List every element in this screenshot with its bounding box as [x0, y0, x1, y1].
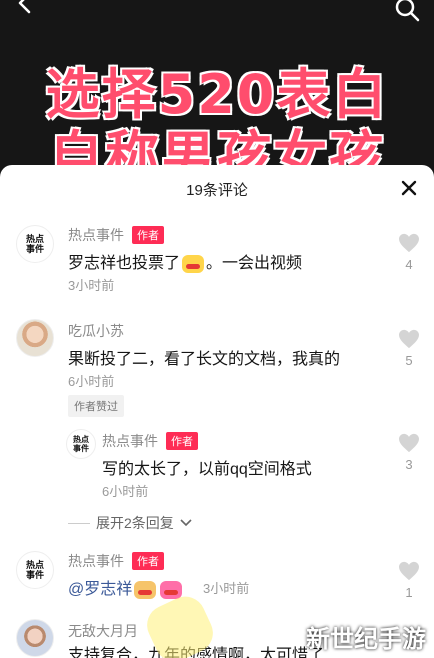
search-icon[interactable]: [394, 0, 420, 24]
avatar-logo-text: 热点 事件: [25, 560, 44, 580]
username[interactable]: 热点事件: [68, 225, 124, 245]
emoji-icon: [160, 580, 183, 599]
username[interactable]: 无敌大月月: [68, 621, 138, 641]
like-count: 5: [405, 353, 413, 368]
like-button[interactable]: 5: [394, 329, 424, 368]
comment-item: 吃瓜小苏 果断投了二，看了长文的文档，我真的 6小时前 作者赞过 5: [0, 317, 434, 427]
username[interactable]: 热点事件: [102, 431, 158, 451]
reply-item: 热点 事件 热点事件 作者 写的太长了，以前qq空间格式 6小时前 3: [0, 429, 434, 509]
heart-icon: [399, 233, 419, 253]
avatar[interactable]: 热点 事件: [16, 551, 54, 589]
avatar-logo-text: 热点 事件: [25, 234, 44, 254]
comment-header: 吃瓜小苏: [68, 321, 124, 341]
heart-icon: [399, 561, 419, 581]
comment-time: 6小时前: [68, 374, 115, 389]
emoji-icon: [134, 580, 157, 599]
comment-text-part: 。一会出视频: [206, 255, 303, 272]
comment-count-title: 19条评论: [186, 182, 248, 199]
author-badge: 作者: [132, 226, 164, 244]
comment-time: 3小时前: [203, 581, 250, 596]
comment-header: 热点事件 作者: [68, 225, 164, 245]
comment-item: 热点 事件 热点事件 作者 @罗志祥 3小时前 1: [0, 549, 434, 619]
comment-header: 无敌大月月: [68, 621, 138, 641]
like-count: 4: [405, 257, 413, 272]
comment-item: 热点 事件 热点事件 作者 罗志祥也投票了 。一会出视频 3小时前 4: [0, 223, 434, 303]
comment-time: 6小时前: [102, 484, 149, 499]
author-badge: 作者: [166, 432, 198, 450]
username[interactable]: 吃瓜小苏: [68, 321, 124, 341]
like-button[interactable]: 4: [394, 233, 424, 272]
emoji-icon: [182, 254, 205, 273]
comment-text: 罗志祥也投票了 。一会出视频: [68, 249, 302, 273]
avatar[interactable]: 热点 事件: [16, 225, 54, 263]
comment-text-part: 罗志祥也投票了: [68, 255, 181, 272]
like-button[interactable]: 3: [394, 433, 424, 472]
author-badge: 作者: [132, 552, 164, 570]
back-arrow-icon[interactable]: [14, 0, 36, 22]
avatar-logo-text: 热点 事件: [73, 435, 89, 453]
heart-icon: [399, 329, 419, 349]
comment-header: 热点事件 作者: [68, 551, 164, 571]
expand-replies-button[interactable]: 展开2条回复: [68, 513, 192, 533]
comment-time: 3小时前: [68, 278, 115, 293]
comment-sheet: 19条评论 热点 事件 热点事件 作者 罗志祥也投票了 。一会出视频 3小时前 4…: [0, 165, 434, 658]
divider-dash: [68, 522, 90, 524]
chevron-down-icon: [180, 519, 192, 527]
username[interactable]: 热点事件: [68, 551, 124, 571]
heart-icon: [399, 433, 419, 453]
expand-replies-label: 展开2条回复: [96, 515, 174, 531]
like-count: 1: [405, 585, 413, 600]
avatar[interactable]: [16, 319, 54, 357]
like-count: 3: [405, 457, 413, 472]
mention-link[interactable]: @罗志祥: [68, 581, 132, 598]
top-bar: [0, 0, 434, 30]
watermark: 新世纪手游: [306, 626, 426, 653]
comment-text: 果断投了二，看了长文的文档，我真的: [68, 351, 341, 368]
avatar[interactable]: 热点 事件: [66, 429, 96, 459]
comment-text: @罗志祥: [68, 575, 184, 599]
sheet-header: 19条评论: [0, 165, 434, 211]
comment-header: 热点事件 作者: [102, 431, 198, 451]
like-button[interactable]: 1: [394, 561, 424, 600]
avatar[interactable]: [16, 619, 54, 657]
close-icon[interactable]: [400, 179, 418, 197]
comment-text: 写的太长了，以前qq空间格式: [102, 461, 312, 478]
author-liked-tag: 作者赞过: [68, 395, 124, 417]
